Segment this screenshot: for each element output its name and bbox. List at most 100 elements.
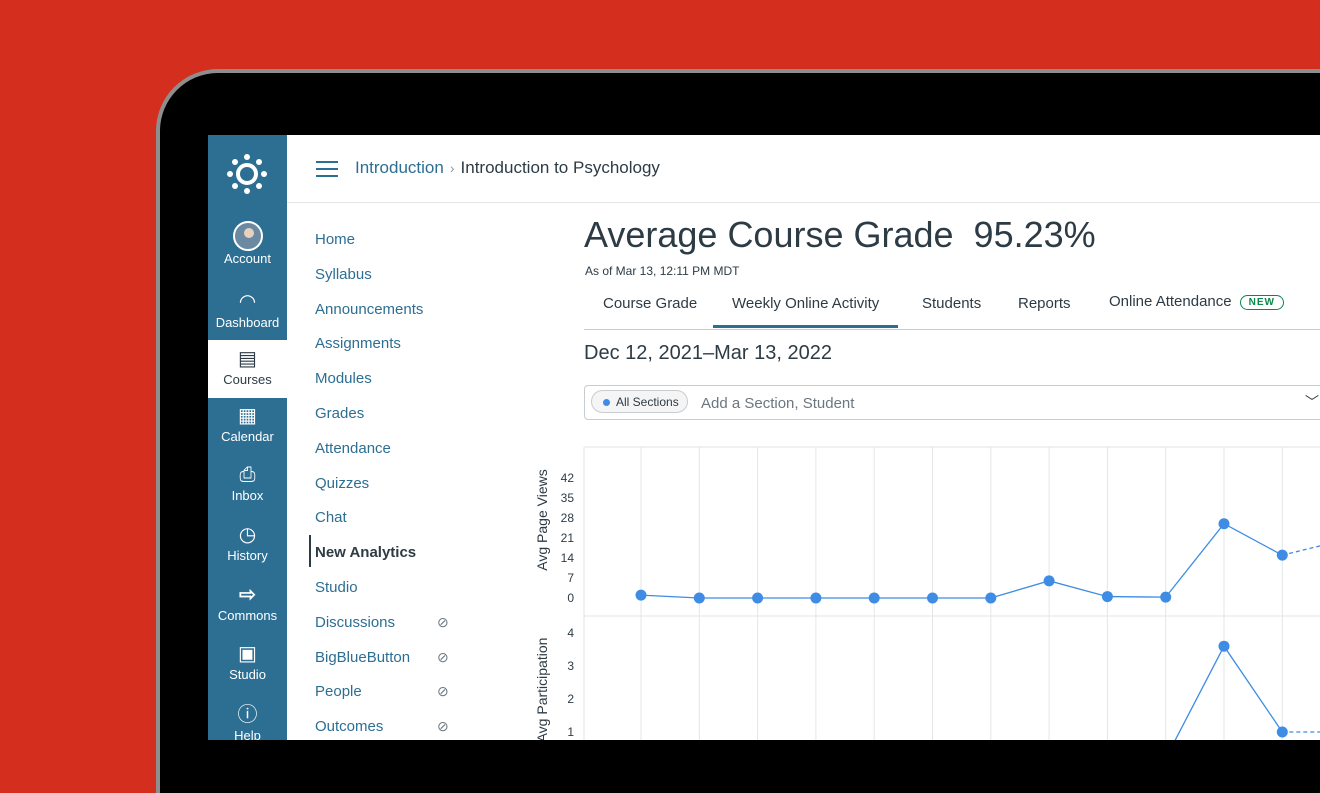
- data-point: [635, 589, 647, 601]
- global-nav-label: Calendar: [221, 429, 274, 444]
- book-icon: ▤: [238, 348, 257, 370]
- global-nav-courses[interactable]: ▤ Courses: [208, 340, 287, 398]
- data-point: [1218, 640, 1230, 652]
- global-nav-label: History: [227, 548, 268, 563]
- studio-icon: ▣: [238, 643, 257, 665]
- course-nav-label: Outcomes: [315, 718, 384, 736]
- global-nav-studio[interactable]: ▣ Studio: [208, 641, 287, 699]
- tab-weekly-online-activity[interactable]: Weekly Online Activity: [713, 295, 899, 328]
- data-point: [693, 592, 705, 604]
- data-point: [1043, 575, 1055, 587]
- commons-icon: ⇨: [239, 584, 256, 606]
- clock-icon: ◷: [238, 524, 257, 546]
- y-tick-label: 4: [567, 626, 574, 640]
- filter-chip[interactable]: All Sections: [591, 390, 688, 413]
- global-nav-label: Courses: [223, 372, 272, 387]
- course-nav-label: Grades: [315, 404, 365, 422]
- data-point: [868, 592, 880, 604]
- y-axis-label: Avg Page Views: [534, 469, 550, 570]
- course-nav-new-analytics[interactable]: New Analytics: [309, 535, 475, 579]
- hamburger-menu-icon[interactable]: [316, 161, 338, 177]
- tab-online-attendance[interactable]: Online Attendance NEW: [1109, 293, 1284, 310]
- data-point: [810, 592, 822, 604]
- chip-label: All Sections: [616, 395, 679, 409]
- global-nav: Account ◠ Dashboard ▤ Courses ▦ Calendar…: [208, 135, 287, 740]
- course-nav-label: Syllabus: [315, 265, 372, 283]
- y-tick-label: 3: [567, 659, 574, 673]
- y-tick-label: 2: [567, 692, 574, 706]
- global-nav-help[interactable]: ⓘ Help: [208, 702, 287, 740]
- course-nav-label: Chat: [315, 509, 347, 527]
- course-nav-attendance[interactable]: Attendance: [315, 440, 475, 475]
- data-point: [1276, 726, 1288, 738]
- course-nav-label: Attendance: [315, 439, 391, 457]
- eye-slash-icon: ⊘: [437, 613, 449, 630]
- filter-placeholder: Add a Section, Student: [701, 395, 855, 412]
- course-nav-assignments[interactable]: Assignments: [315, 335, 475, 370]
- global-nav-label: Studio: [229, 667, 266, 682]
- course-nav-chat[interactable]: Chat: [315, 509, 475, 544]
- tab-course-grade[interactable]: Course Grade: [603, 295, 697, 312]
- chip-dot: [603, 399, 610, 406]
- page-title: Average Course Grade 95.23%: [584, 214, 1096, 255]
- course-nav-grades[interactable]: Grades: [315, 405, 475, 440]
- breadcrumb-current: Introduction to Psychology: [460, 158, 660, 177]
- y-tick-label: 7: [567, 571, 574, 585]
- global-nav-commons[interactable]: ⇨ Commons: [208, 582, 287, 640]
- date-range: Dec 12, 2021–Mar 13, 2022: [584, 342, 832, 364]
- course-nav-label: Studio: [315, 578, 358, 596]
- section-student-filter[interactable]: All Sections Add a Section, Student ﹀: [584, 385, 1320, 420]
- y-tick-label: 1: [567, 725, 574, 739]
- canvas-logo-icon[interactable]: [226, 153, 268, 195]
- series-line: [640, 522, 1283, 599]
- global-nav-label: Commons: [217, 608, 278, 623]
- screen: Account ◠ Dashboard ▤ Courses ▦ Calendar…: [208, 135, 1320, 740]
- y-axis-label: Avg Participation: [534, 638, 550, 740]
- inbox-icon: ⎙: [239, 464, 256, 486]
- y-tick-label: 28: [561, 511, 575, 525]
- data-point: [1276, 549, 1288, 561]
- data-point: [1218, 518, 1230, 530]
- global-nav-label: Account: [224, 251, 271, 266]
- eye-slash-icon: ⊘: [437, 648, 449, 665]
- course-nav-studio[interactable]: Studio: [315, 579, 475, 614]
- course-nav-announcements[interactable]: Announcements: [315, 301, 475, 336]
- global-nav-label: Inbox: [231, 488, 264, 503]
- weekly-activity-chart: Avg Page Views071421283542Avg Participat…: [534, 446, 1320, 740]
- avatar: [232, 221, 263, 251]
- global-nav-calendar[interactable]: ▦ Calendar: [208, 403, 287, 461]
- data-point: [985, 592, 997, 604]
- course-nav-label: Modules: [315, 370, 372, 388]
- breadcrumb-course-link[interactable]: Introduction: [355, 158, 444, 177]
- course-nav-people[interactable]: People ⊘: [315, 683, 475, 718]
- global-nav-history[interactable]: ◷ History: [208, 522, 287, 580]
- course-nav-bigbluebutton[interactable]: BigBlueButton ⊘: [315, 649, 475, 684]
- breadcrumb: Introduction › Introduction to Psychology: [355, 158, 660, 178]
- global-nav-inbox[interactable]: ⎙ Inbox: [208, 462, 287, 520]
- eye-slash-icon: ⊘: [437, 683, 449, 700]
- new-badge: NEW: [1239, 295, 1284, 310]
- calendar-icon: ▦: [238, 405, 257, 427]
- course-nav-home[interactable]: Home: [315, 231, 475, 266]
- course-nav-quizzes[interactable]: Quizzes: [315, 475, 475, 510]
- projection-line: [1282, 545, 1320, 556]
- global-nav-label: Dashboard: [215, 315, 280, 330]
- global-nav-dashboard[interactable]: ◠ Dashboard: [208, 289, 287, 347]
- data-point: [927, 592, 938, 604]
- tab-label: Online Attendance: [1109, 293, 1232, 310]
- data-point: [752, 592, 764, 604]
- chevron-down-icon[interactable]: ﹀: [1305, 392, 1319, 412]
- course-nav-outcomes[interactable]: Outcomes ⊘: [315, 718, 475, 740]
- course-nav-modules[interactable]: Modules: [315, 370, 475, 405]
- tab-students[interactable]: Students: [922, 295, 981, 312]
- tab-reports[interactable]: Reports: [1018, 295, 1071, 312]
- speedometer-icon: ◠: [238, 291, 257, 313]
- eye-slash-icon: ⊘: [437, 718, 449, 735]
- y-tick-label: 35: [561, 491, 575, 505]
- course-nav-label: BigBlueButton: [315, 648, 411, 666]
- course-nav-label: Home: [315, 231, 356, 248]
- course-nav-discussions[interactable]: Discussions ⊘: [315, 614, 475, 649]
- y-tick-label: 42: [561, 471, 575, 485]
- global-nav-account[interactable]: Account: [208, 221, 287, 279]
- course-nav-syllabus[interactable]: Syllabus: [315, 266, 475, 301]
